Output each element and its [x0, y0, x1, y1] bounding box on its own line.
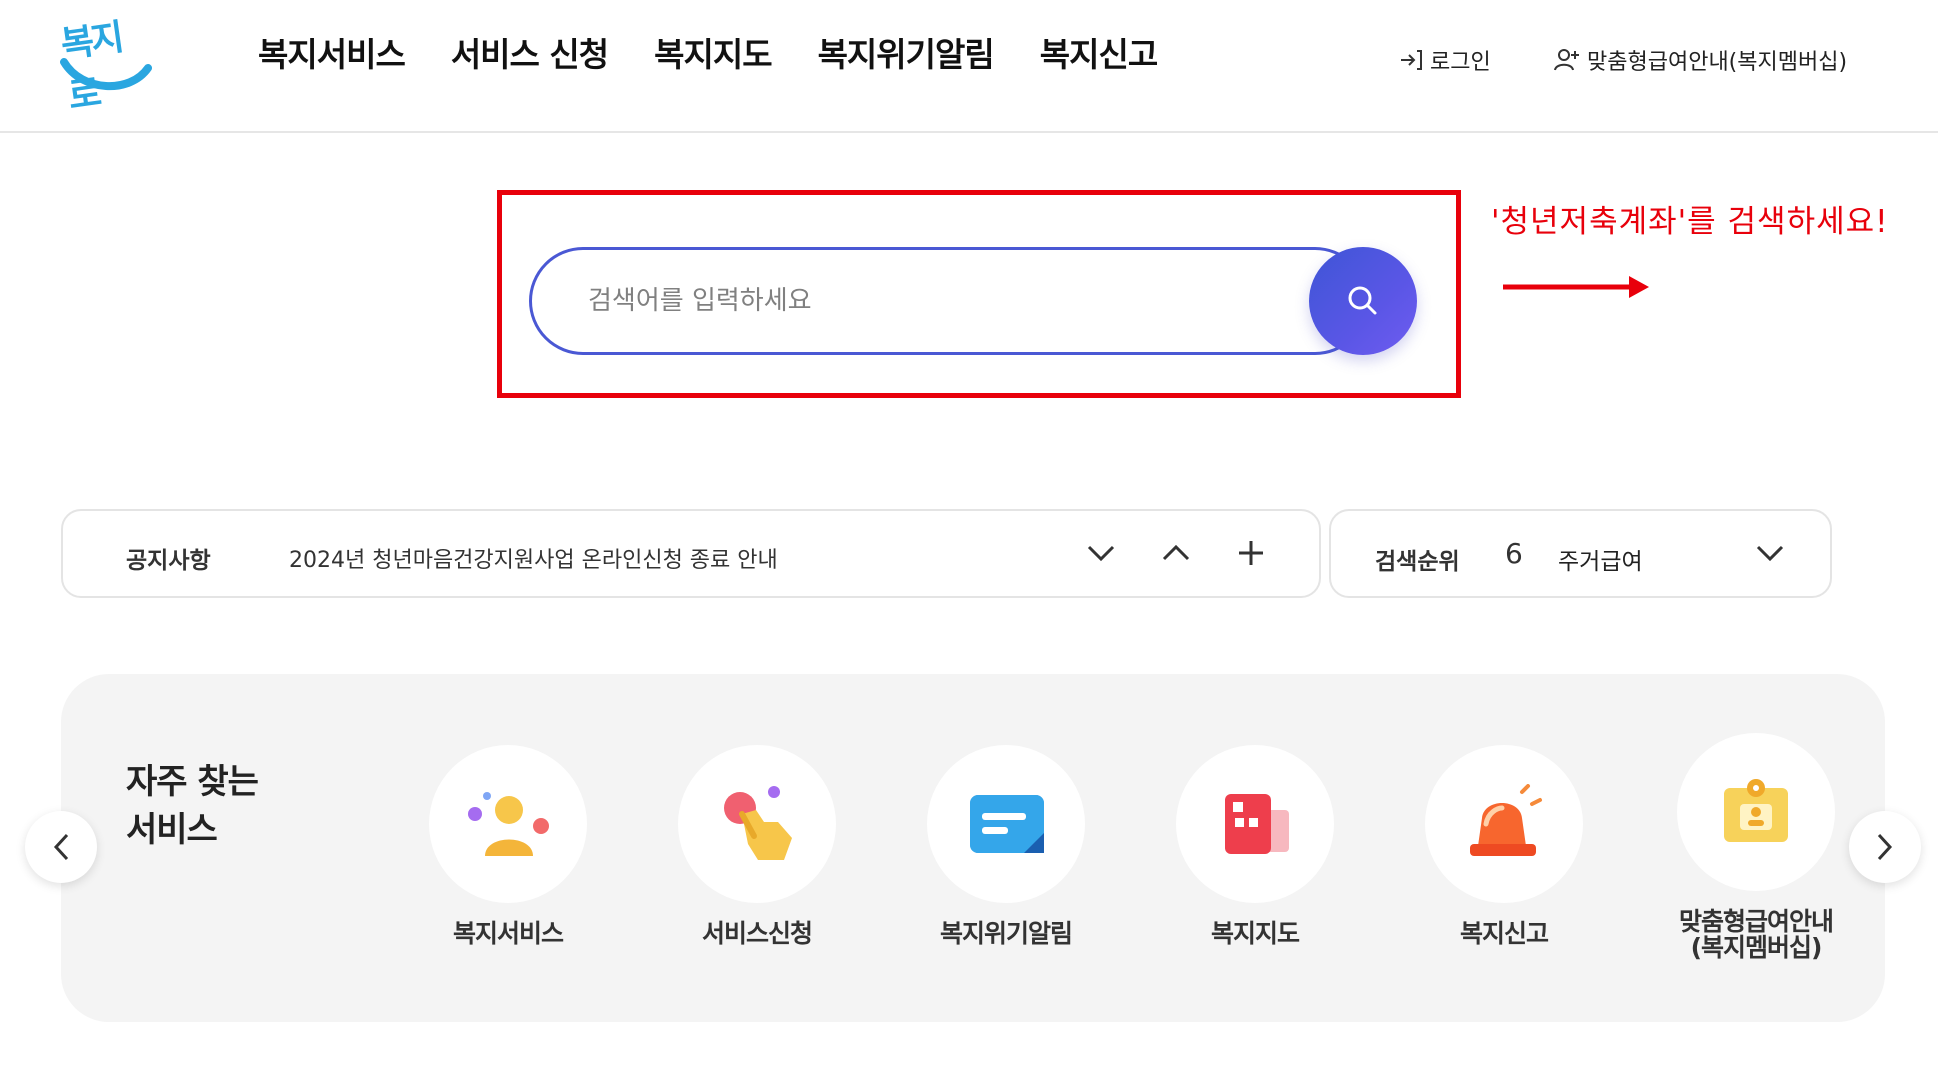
rank-label: 검색순위 — [1375, 549, 1460, 575]
nav-welfare-service[interactable]: 복지서비스 — [258, 28, 406, 76]
search-input[interactable] — [529, 247, 1369, 355]
plus-icon — [1239, 541, 1263, 565]
frequent-title-line1: 자주 찾는 — [126, 762, 259, 802]
arrow-right-icon — [1503, 276, 1649, 298]
rank-number: 6 — [1505, 537, 1523, 570]
hand-tap-icon — [724, 786, 792, 860]
freq-label: 복지서비스 — [452, 919, 564, 948]
freq-item-crisis-alert[interactable]: 복지위기알림 — [906, 745, 1106, 947]
freq-item-service-apply[interactable]: 서비스신청 — [657, 745, 857, 947]
freq-icon-circle — [429, 745, 587, 903]
membership-label: 맞춤형급여안내(복지멤버십) — [1587, 50, 1848, 75]
logo-smile-icon — [60, 58, 152, 91]
chevron-down-icon — [1756, 545, 1784, 562]
chevron-left-icon — [53, 833, 69, 861]
login-label: 로그인 — [1430, 50, 1491, 75]
freq-item-welfare-map[interactable]: 복지지도 — [1155, 745, 1355, 947]
freq-icon-circle — [1176, 745, 1334, 903]
nav-service-apply[interactable]: 서비스 신청 — [451, 28, 609, 76]
id-badge-icon — [1724, 779, 1788, 842]
frequent-title-line2: 서비스 — [126, 810, 218, 850]
notice-more-button[interactable] — [1231, 533, 1271, 573]
rank-keyword[interactable]: 주거급여 — [1558, 542, 1643, 576]
nav-report[interactable]: 복지신고 — [1040, 28, 1158, 76]
chevron-up-icon — [1162, 544, 1190, 561]
carousel-prev-button[interactable] — [25, 811, 97, 883]
notice-prev-button[interactable] — [1156, 533, 1196, 573]
search-icon — [1348, 286, 1377, 315]
freq-item-report[interactable]: 복지신고 — [1404, 745, 1604, 947]
carousel-next-button[interactable] — [1849, 811, 1921, 883]
freq-icon-circle — [1677, 733, 1835, 891]
notice-next-button[interactable] — [1081, 533, 1121, 573]
freq-item-welfare-service[interactable]: 복지서비스 — [408, 745, 608, 947]
chevron-down-icon — [1087, 545, 1115, 562]
siren-icon — [1470, 784, 1542, 856]
search-rank-bar: 검색순위 6 주거급여 — [1329, 509, 1832, 598]
annotation-text: '청년저축계좌'를 검색하세요! — [1491, 204, 1889, 240]
freq-icon-circle — [1425, 745, 1583, 903]
membership-link[interactable]: 맞춤형급여안내(복지멤버십) — [1553, 44, 1847, 76]
freq-item-membership[interactable]: 맞춤형급여안내 (복지멤버십) — [1656, 733, 1856, 961]
freq-label: 서비스신청 — [701, 919, 813, 948]
notice-bar: 공지사항 2024년 청년마음건강지원사업 온라인신청 종료 안내 — [61, 509, 1321, 598]
header: 복지로 복지서비스 서비스 신청 복지지도 복지위기알림 복지신고 로그인 맞춤… — [0, 0, 1938, 133]
user-add-icon — [1554, 49, 1579, 71]
main-nav: 복지서비스 서비스 신청 복지지도 복지위기알림 복지신고 — [258, 28, 1203, 76]
message-icon — [970, 795, 1044, 853]
freq-label: 복지위기알림 — [939, 919, 1073, 948]
search-button[interactable] — [1309, 247, 1417, 355]
notice-text[interactable]: 2024년 청년마음건강지원사업 온라인신청 종료 안내 — [289, 542, 778, 574]
freq-label: 맞춤형급여안내 (복지멤버십) — [1678, 907, 1834, 962]
person-icon — [468, 792, 549, 856]
login-icon — [1401, 50, 1422, 70]
freq-label: 복지지도 — [1210, 919, 1300, 948]
nav-crisis-alert[interactable]: 복지위기알림 — [818, 28, 995, 76]
search-bar — [529, 247, 1417, 355]
freq-label: 복지신고 — [1459, 919, 1549, 948]
logo[interactable]: 복지로 — [58, 10, 153, 118]
login-link[interactable]: 로그인 — [1398, 44, 1491, 76]
frequent-services-title: 자주 찾는 서비스 — [126, 758, 259, 854]
freq-icon-circle — [678, 745, 836, 903]
freq-icon-circle — [927, 745, 1085, 903]
notice-label: 공지사항 — [126, 548, 211, 574]
map-icon — [1225, 794, 1289, 854]
nav-welfare-map[interactable]: 복지지도 — [654, 28, 772, 76]
chevron-right-icon — [1877, 833, 1893, 861]
rank-expand-button[interactable] — [1750, 533, 1790, 573]
